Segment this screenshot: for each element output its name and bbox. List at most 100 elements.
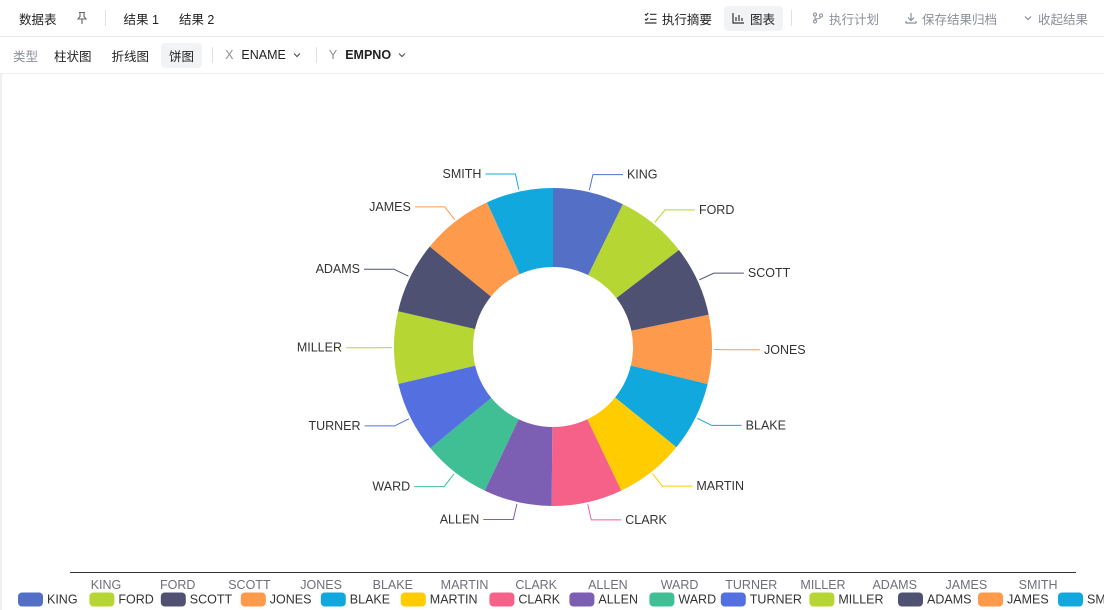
legend-item-jones[interactable]: JONES — [240, 592, 312, 607]
legend-label: FORD — [118, 593, 153, 607]
legend-axis-label-blake: BLAKE — [373, 578, 413, 592]
result-toolbar: 数据表 结果 1 结果 2 执行摘要 图表 执行计划 保存结果归档 收起结果 — [0, 0, 1104, 37]
legend-label: BLAKE — [350, 593, 390, 607]
legend-swatch — [400, 592, 426, 607]
legend-item-martin[interactable]: MARTIN — [400, 592, 478, 607]
legend-axis-label-clark: CLARK — [515, 578, 557, 592]
legend-label: SMITH — [1087, 593, 1104, 607]
chart-legend: KING FORD SCOTT JONES BLAKE MARTIN CLARK ALLEN W… — [18, 572, 1104, 607]
legend-item-turner[interactable]: TURNER — [720, 592, 802, 607]
execution-summary-button[interactable]: 执行摘要 — [636, 6, 720, 31]
y-axis-value: EMPNO — [345, 48, 392, 62]
slice-label-scott: SCOTT — [748, 266, 791, 280]
slice-label-martin: MARTIN — [696, 479, 744, 493]
legend-item-james[interactable]: JAMES — [978, 592, 1049, 607]
legend-item-clark[interactable]: CLARK — [489, 592, 561, 607]
pin-icon[interactable] — [67, 11, 97, 25]
save-archive-label: 保存结果归档 — [921, 12, 997, 27]
legend-item-blake[interactable]: BLAKE — [320, 592, 390, 607]
tab-result-2[interactable]: 结果 2 — [169, 9, 224, 28]
slice-label-clark: CLARK — [625, 513, 667, 527]
leader-line-adams — [364, 268, 409, 277]
x-axis-select[interactable]: ENAME — [241, 48, 301, 62]
toolbar-divider — [104, 10, 106, 26]
slice-label-jones: JONES — [764, 343, 806, 357]
chart-type-line[interactable]: 折线图 — [104, 43, 158, 68]
slice-label-king: KING — [627, 168, 658, 182]
y-axis-select[interactable]: EMPNO — [345, 48, 407, 62]
chart-button[interactable]: 图表 — [723, 5, 783, 31]
save-archive-button[interactable]: 保存结果归档 — [897, 6, 1005, 31]
legend-swatch — [489, 592, 515, 607]
legend-label: MARTIN — [430, 593, 478, 607]
legend-swatch — [320, 592, 346, 607]
execution-plan-label: 执行计划 — [828, 12, 879, 27]
slice-label-ward: WARD — [372, 480, 410, 494]
collapse-results-button[interactable]: 收起结果 — [1015, 6, 1096, 31]
legend-axis-label-adams: ADAMS — [872, 578, 916, 592]
legend-item-ward[interactable]: WARD — [649, 592, 716, 607]
legend-axis-label-ford: FORD — [160, 578, 195, 592]
legend-axis-label-james: JAMES — [946, 578, 988, 592]
slice-label-ford: FORD — [699, 203, 734, 217]
legend-axis-label-smith: SMITH — [1019, 578, 1058, 592]
legend-swatch — [160, 592, 186, 607]
legend-item-allen[interactable]: ALLEN — [569, 592, 638, 607]
chevron-down-icon — [1024, 16, 1032, 21]
legend-item-ford[interactable]: FORD — [89, 592, 154, 607]
legend-swatch — [978, 592, 1003, 607]
chart-config-bar: 类型 柱状图 折线图 饼图 X ENAME Y EMPNO — [0, 37, 1104, 74]
leader-line-martin — [652, 473, 693, 487]
legend-axis-label-ward: WARD — [661, 578, 699, 592]
slice-label-miller: MILLER — [297, 341, 342, 355]
config-divider — [212, 47, 214, 63]
x-axis-key: X — [225, 48, 234, 62]
slice-label-smith: SMITH — [443, 167, 482, 181]
leader-line-clark — [587, 504, 622, 521]
chart-type-label: 类型 — [13, 49, 39, 64]
legend-swatch — [569, 592, 595, 607]
chart-label: 图表 — [749, 12, 775, 27]
leader-line-smith — [485, 173, 520, 190]
y-axis-key: Y — [328, 48, 338, 62]
slice-label-blake: BLAKE — [746, 418, 786, 432]
legend-label: MILLER — [838, 593, 883, 607]
legend-axis-label-turner: TURNER — [725, 578, 777, 592]
legend-item-smith[interactable]: SMITH — [1058, 592, 1104, 607]
tab-result-1[interactable]: 结果 1 — [114, 9, 169, 28]
execution-plan-button[interactable]: 执行计划 — [804, 6, 887, 31]
leader-line-james — [414, 206, 456, 220]
legend-item-king[interactable]: KING — [18, 592, 78, 607]
chart-type-pie[interactable]: 饼图 — [161, 42, 203, 68]
legend-label: ADAMS — [927, 593, 971, 607]
legend-item-miller[interactable]: MILLER — [809, 592, 884, 607]
slice-label-turner: TURNER — [308, 419, 360, 433]
legend-axis-label-scott: SCOTT — [228, 578, 271, 592]
pie-slices — [394, 188, 712, 506]
legend-axis-label-miller: MILLER — [800, 578, 845, 592]
list-check-icon — [644, 12, 657, 24]
leader-line-allen — [483, 503, 518, 520]
chart-type-bar[interactable]: 柱状图 — [46, 43, 100, 68]
legend-swatch — [898, 592, 923, 607]
legend-swatch — [18, 592, 43, 607]
leader-line-blake — [697, 417, 742, 426]
tab-data-table[interactable]: 数据表 — [0, 9, 67, 28]
legend-item-adams[interactable]: ADAMS — [898, 592, 971, 607]
legend-label: SCOTT — [190, 593, 233, 607]
legend-axis-label-martin: MARTIN — [441, 578, 489, 592]
legend-item-scott[interactable]: SCOTT — [160, 592, 233, 607]
legend-swatch — [1058, 592, 1083, 607]
legend-swatch — [649, 592, 675, 607]
download-icon — [905, 13, 917, 24]
legend-label: TURNER — [750, 593, 802, 607]
slice-label-adams: ADAMS — [316, 262, 360, 276]
legend-swatch — [89, 592, 115, 607]
branch-icon — [812, 12, 823, 24]
collapse-results-label: 收起结果 — [1037, 12, 1088, 27]
leader-line-turner — [364, 418, 410, 427]
legend-axis-label-allen: ALLEN — [588, 578, 628, 592]
legend-axis-label-jones: JONES — [300, 578, 342, 592]
config-divider — [315, 47, 317, 63]
legend-swatch — [809, 592, 835, 607]
